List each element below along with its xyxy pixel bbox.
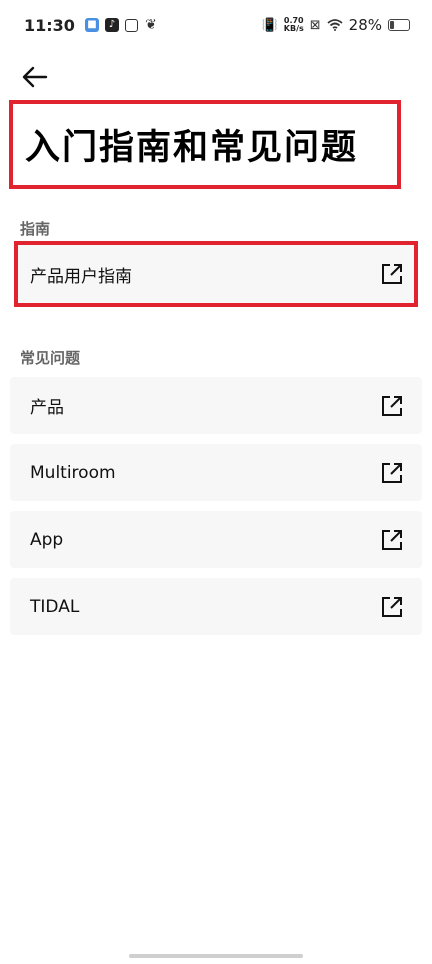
no-sim-icon: ⊠ (309, 17, 321, 33)
page: 11:30 ■ ♪ ❦ 📳 0.70 KB/s ⊠ 28% 入门指南和常见问题 … (0, 0, 432, 964)
tiktok-icon: ♪ (104, 18, 119, 32)
net-speed-unit: KB/s (283, 24, 304, 33)
faq-item-multiroom[interactable]: Multiroom (10, 444, 422, 501)
page-title: 入门指南和常见问题 (25, 128, 359, 168)
notification-app-icon: ■ (84, 18, 99, 32)
vibrate-icon: 📳 (261, 17, 278, 33)
battery-percent: 28% (348, 16, 382, 34)
battery-fill (390, 21, 395, 29)
row-label: App (30, 529, 64, 550)
external-link-icon (380, 528, 404, 552)
faq-item-tidal[interactable]: TIDAL (10, 578, 422, 635)
status-left: 11:30 ■ ♪ ❦ (24, 16, 158, 35)
title-highlight-box: 入门指南和常见问题 (9, 100, 401, 189)
row-label: 产品用户指南 (30, 266, 132, 287)
guide-item-user-guide[interactable]: 产品用户指南 (14, 241, 418, 307)
row-label: TIDAL (30, 596, 80, 617)
faq-item-app[interactable]: App (10, 511, 422, 568)
leaf-icon: ❦ (145, 17, 157, 33)
row-label: Multiroom (30, 462, 116, 483)
external-link-icon (380, 461, 404, 485)
row-label: 产品 (30, 398, 64, 418)
faq-item-product[interactable]: 产品 (10, 377, 422, 434)
back-button[interactable] (20, 62, 50, 92)
external-link-icon (380, 394, 404, 418)
external-link-icon (380, 595, 404, 619)
network-speed: 0.70 KB/s (284, 17, 304, 33)
battery-icon (388, 19, 410, 31)
wifi-icon (327, 19, 343, 31)
message-icon (124, 18, 138, 32)
status-right: 📳 0.70 KB/s ⊠ 28% (262, 16, 410, 34)
status-time: 11:30 (24, 15, 75, 35)
home-indicator[interactable] (129, 954, 303, 958)
external-link-icon (380, 262, 404, 286)
guide-section-label: 指南 (20, 220, 51, 238)
arrow-left-icon (22, 66, 48, 88)
faq-section-label: 常见问题 (20, 349, 81, 367)
status-bar: 11:30 ■ ♪ ❦ 📳 0.70 KB/s ⊠ 28% (0, 0, 432, 50)
